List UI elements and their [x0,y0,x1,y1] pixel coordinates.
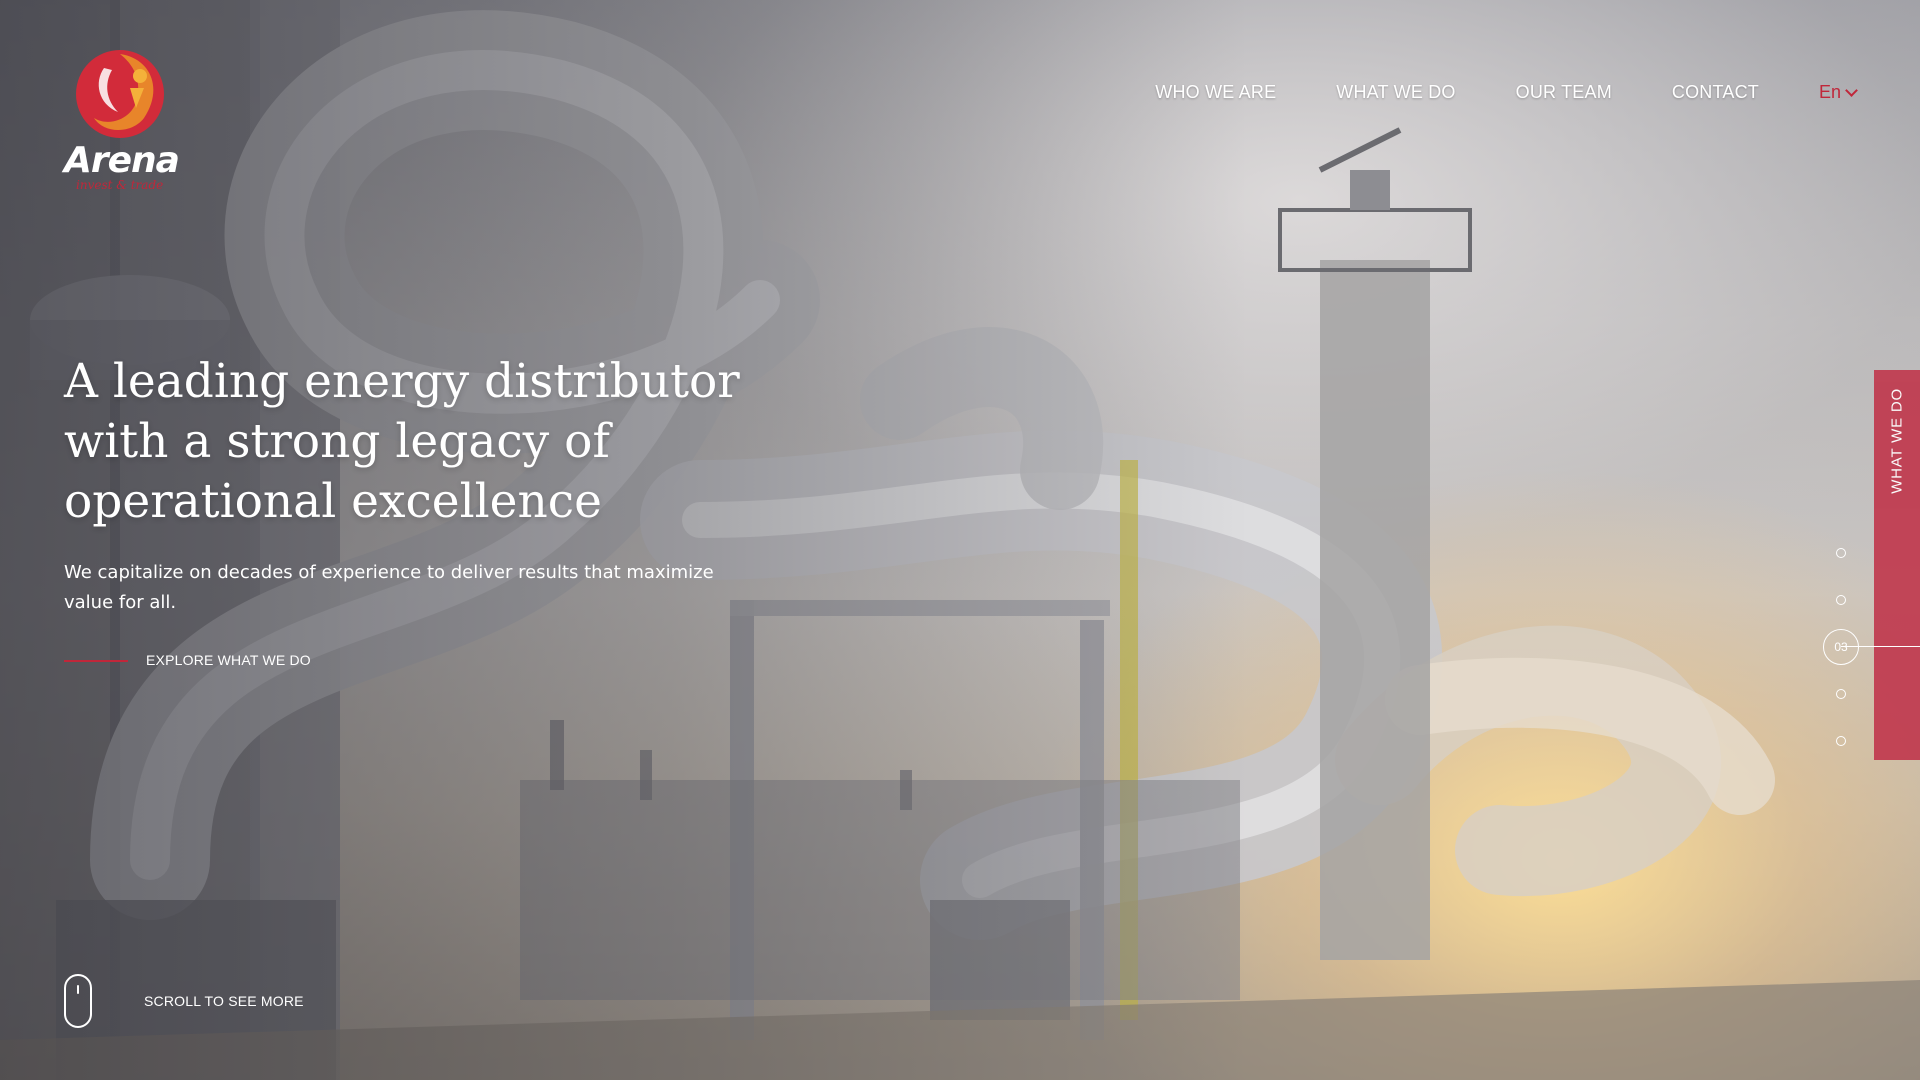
slide-pager: 03 [1822,540,1920,760]
hero-subtitle: We capitalize on decades of experience t… [64,562,714,613]
language-label: En [1818,82,1841,102]
arena-logo[interactable]: Arena invest & trade [62,48,182,198]
logo-tagline: invest & trade [76,178,164,192]
pager-dot-1[interactable] [1836,548,1846,558]
hero-dark-overlay [0,0,1920,1080]
side-tab-label: WHAT WE DO [1888,388,1906,494]
pager-dot-4[interactable] [1836,689,1846,699]
language-selector[interactable]: En [1818,82,1858,103]
nav-item-contact[interactable]: CONTACT [1672,82,1759,103]
arena-swirl-logo-icon [76,50,164,138]
explore-what-we-do-link[interactable]: EXPLORE WHAT WE DO [64,652,311,668]
pager-dot-2[interactable] [1836,595,1846,605]
scroll-hint[interactable]: SCROLL TO SEE MORE [64,974,304,1028]
pager-dot-5[interactable] [1836,736,1846,746]
chevron-down-icon [1845,83,1858,97]
pager-dot-current[interactable]: 03 [1823,629,1859,665]
main-navigation: WHO WE ARE WHAT WE DO OUR TEAM CONTACT E… [1095,82,1858,103]
nav-item-what-we-do[interactable]: WHAT WE DO [1336,82,1455,103]
explore-label: EXPLORE WHAT WE DO [146,652,311,668]
logo-wordmark: Arena [64,140,180,181]
nav-item-our-team[interactable]: OUR TEAM [1516,82,1612,103]
nav-item-who-we-are[interactable]: WHO WE ARE [1155,82,1276,103]
explore-accent-line [64,660,128,662]
mouse-icon [64,974,92,1028]
hero-title: A leading energy distributor with a stro… [64,354,740,529]
scroll-label: SCROLL TO SEE MORE [144,993,304,1009]
